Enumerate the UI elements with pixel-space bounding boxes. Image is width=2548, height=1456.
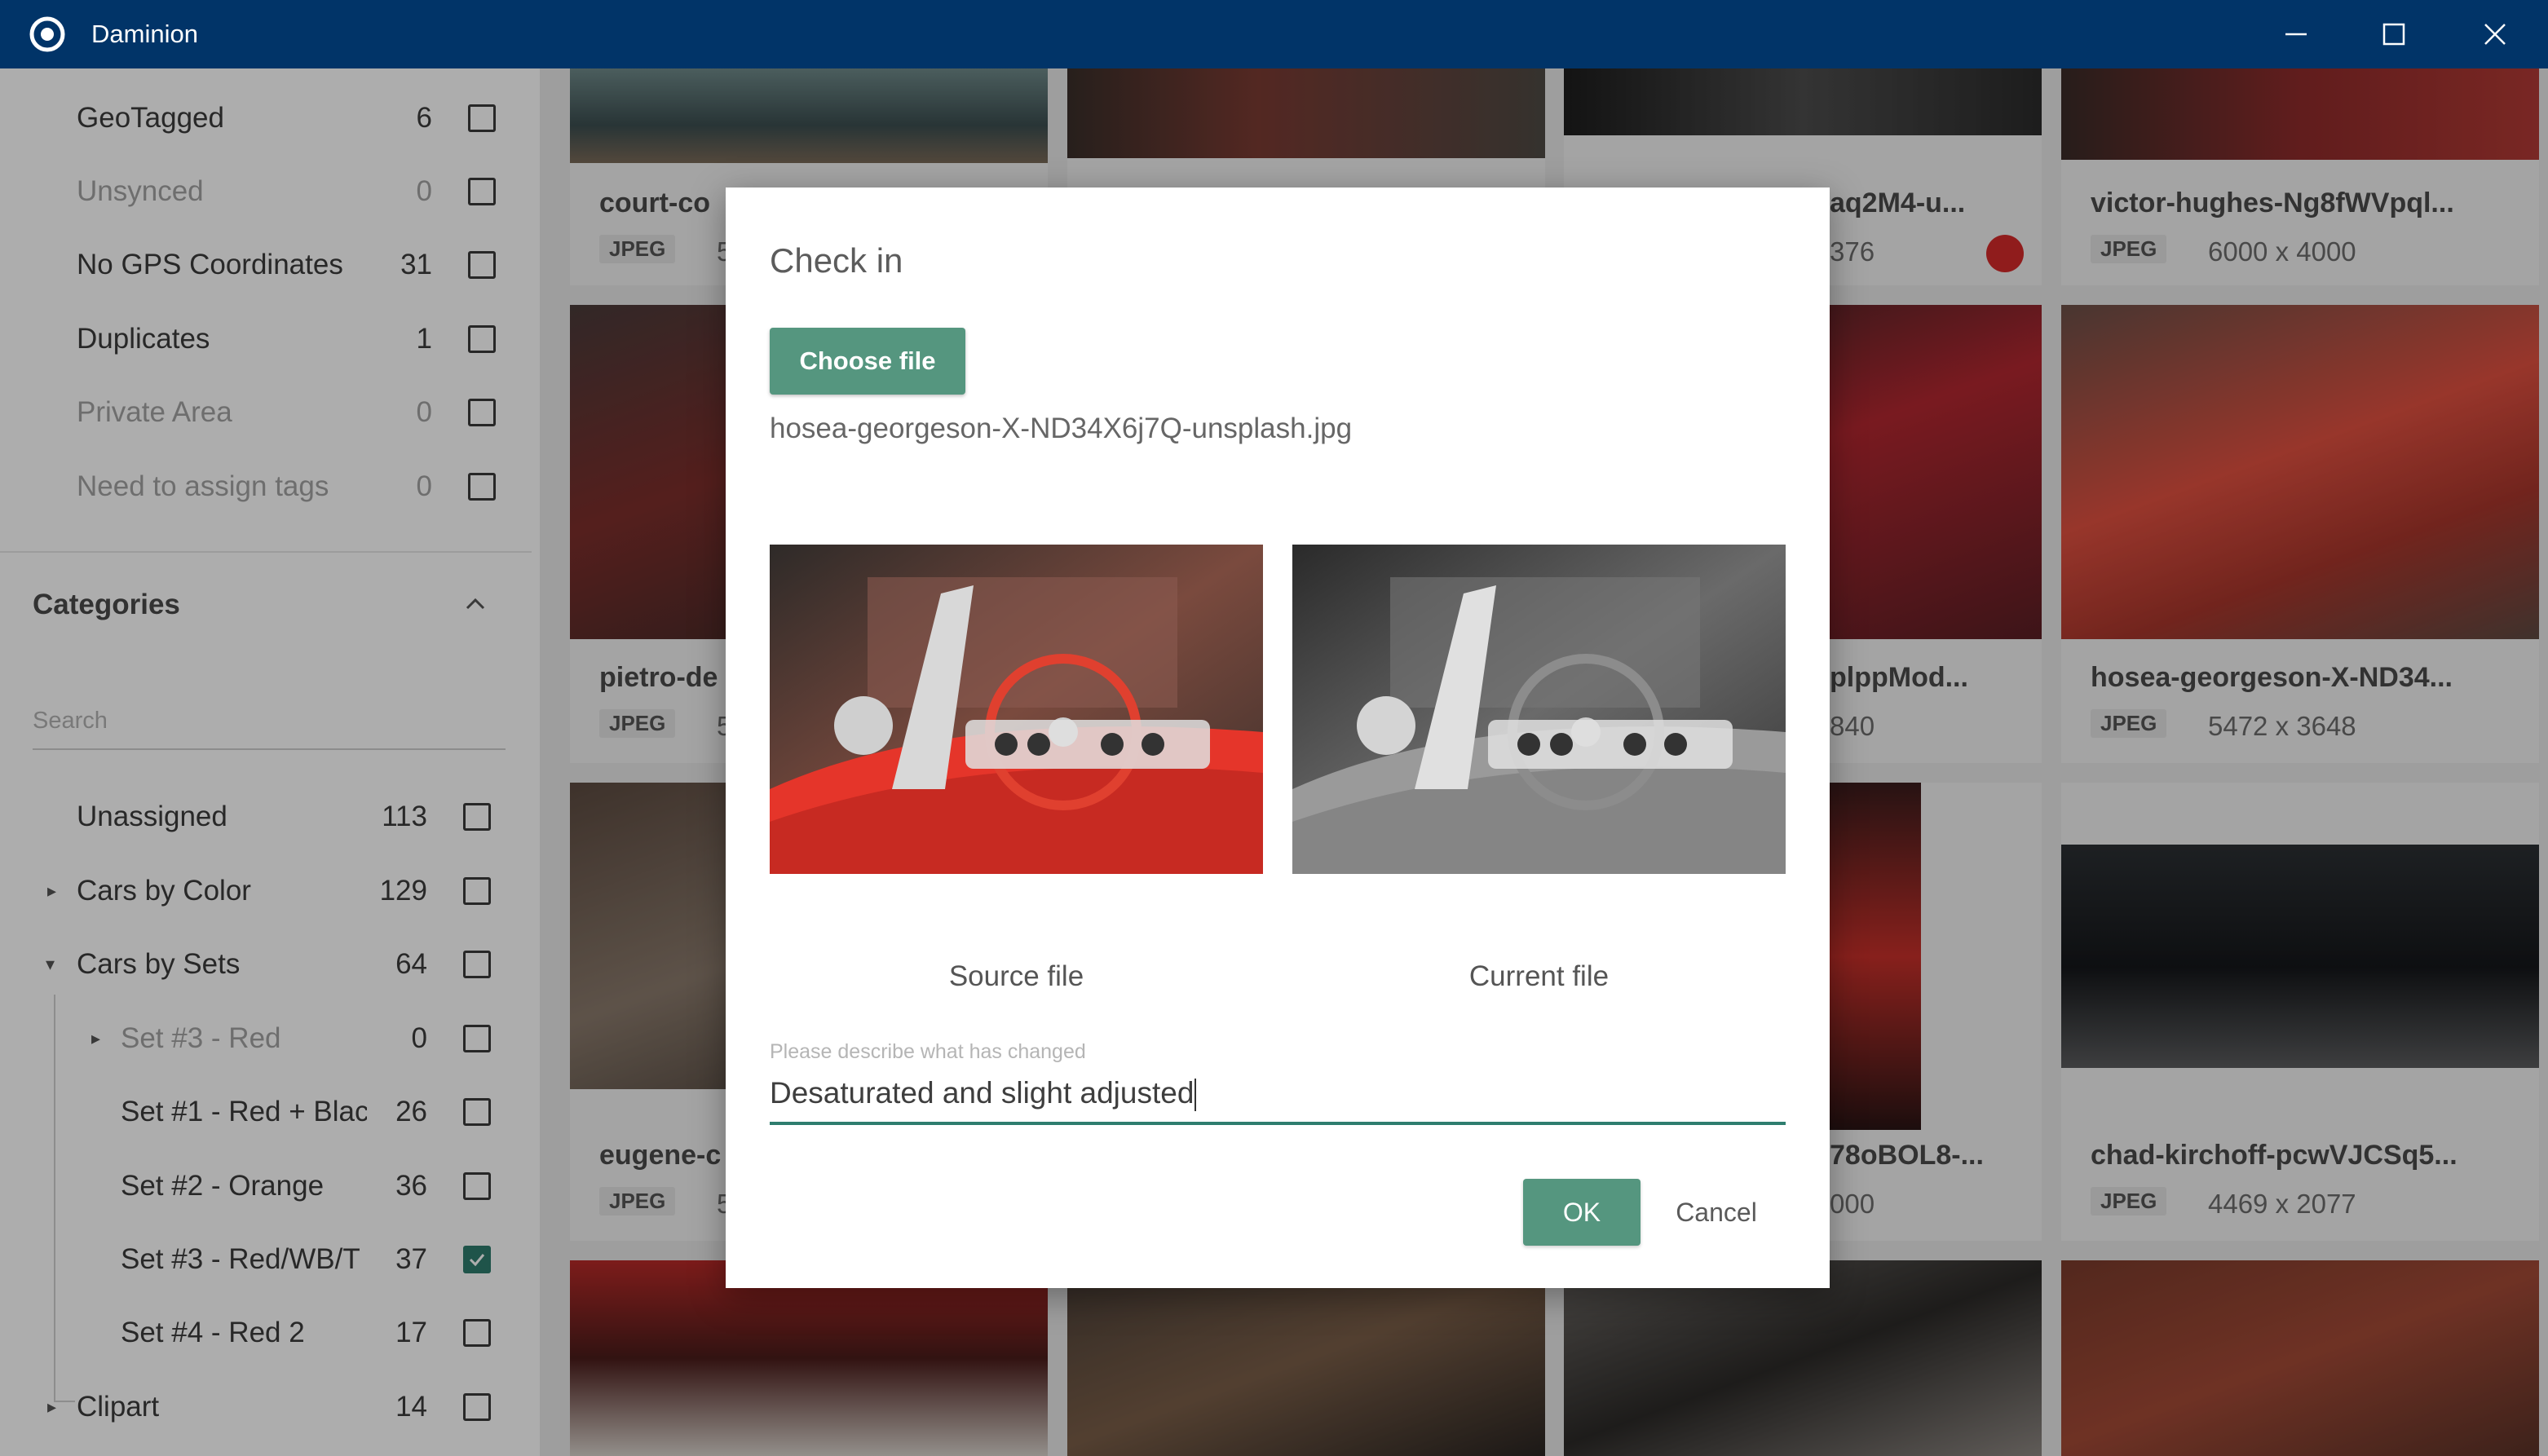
cancel-button[interactable]: Cancel <box>1663 1179 1769 1246</box>
selected-file-name: hosea-georgeson-X-ND34X6j7Q-unsplash.jpg <box>770 413 1353 444</box>
close-button[interactable] <box>2462 11 2528 57</box>
source-file-preview <box>770 545 1263 874</box>
daminion-logo-icon <box>29 16 65 52</box>
maximize-button[interactable] <box>2361 11 2427 57</box>
minimize-button[interactable] <box>2263 11 2329 57</box>
car-dashboard-image <box>770 545 1263 874</box>
title-bar: Daminion <box>0 0 2548 68</box>
car-dashboard-grayscale-image <box>1292 545 1786 874</box>
window-title: Daminion <box>91 20 198 48</box>
dialog-title: Check in <box>770 241 903 280</box>
text-cursor <box>1195 1079 1197 1112</box>
current-file-caption: Current file <box>1468 960 1610 992</box>
choose-file-button[interactable]: Choose file <box>770 328 965 395</box>
check-in-dialog: Check in Choose file hosea-georgeson-X-N… <box>726 188 1830 1288</box>
maximize-icon <box>2382 23 2405 46</box>
close-icon <box>2484 24 2506 45</box>
change-description-input[interactable]: Desaturated and slight adjusted <box>770 1066 1786 1125</box>
ok-button[interactable]: OK <box>1523 1179 1641 1246</box>
change-description-label: Please describe what has changed <box>770 1040 1086 1063</box>
minimize-icon <box>2285 33 2307 36</box>
change-description-value: Desaturated and slight adjusted <box>770 1076 1195 1110</box>
current-file-preview <box>1292 545 1786 874</box>
source-file-caption: Source file <box>948 960 1084 992</box>
